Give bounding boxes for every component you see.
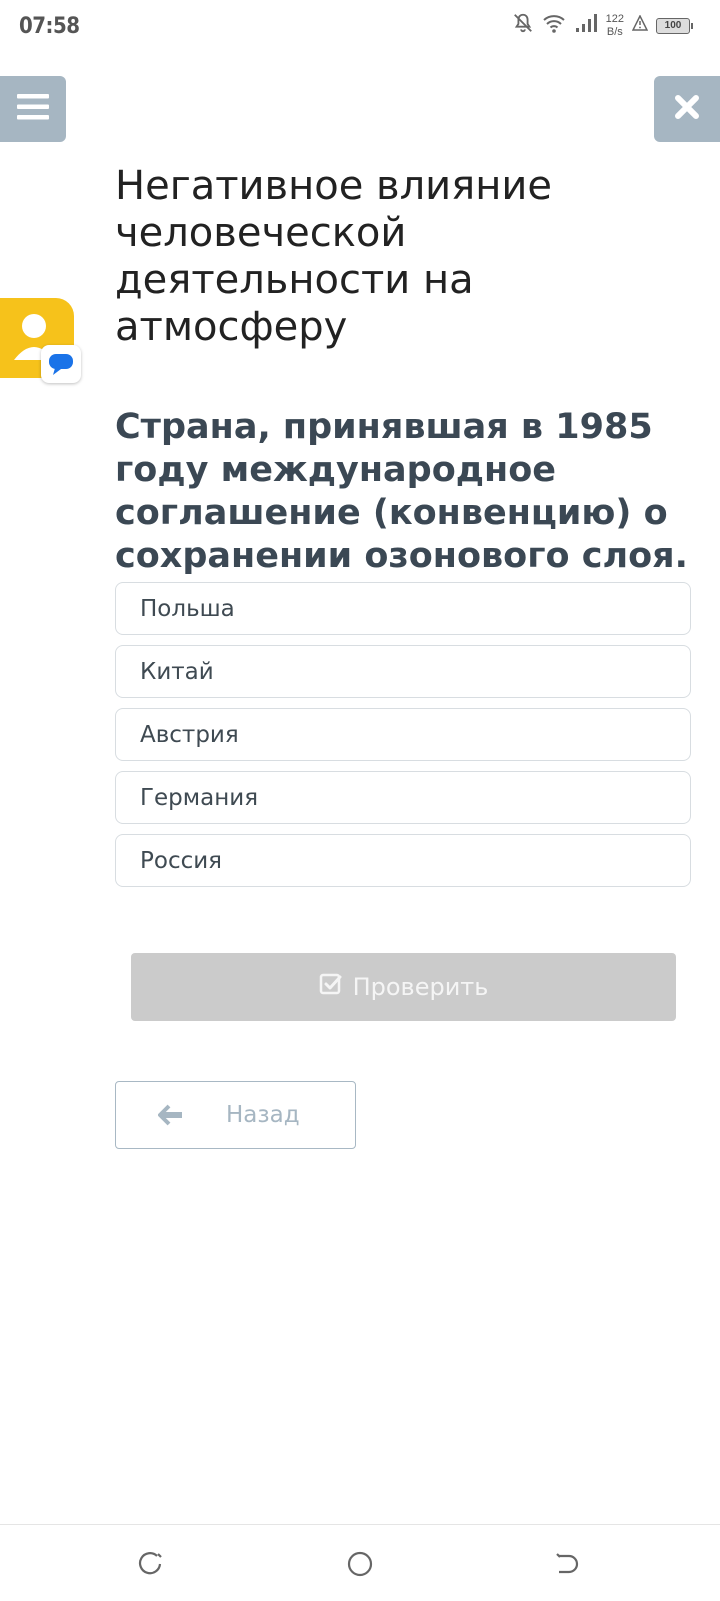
home-icon[interactable] [347,1551,373,1582]
status-time: 07:58 [19,14,80,39]
recent-apps-icon[interactable] [138,1551,164,1582]
wifi-icon [542,12,566,39]
question-text: Страна, принявшая в 1985 году международ… [115,407,688,576]
bell-off-icon [512,12,534,39]
answer-options: Польша Китай Австрия Германия Россия [115,582,691,897]
net-speed: 122 B/s [606,13,624,39]
net-speed-unit: B/s [606,25,623,38]
close-icon [674,94,700,125]
status-bar: 07:58 122 B/s 100 [0,0,720,56]
arrow-left-icon [116,1104,226,1126]
battery-icon: 100 [656,17,693,34]
back-button-label: Назад [226,1102,300,1128]
answer-option[interactable]: Россия [115,834,691,887]
alert-icon [631,14,649,36]
status-icons: 122 B/s 100 [512,12,693,39]
close-button[interactable] [654,76,720,142]
hamburger-icon [17,93,49,125]
check-button[interactable]: Проверить [131,953,676,1021]
answer-option[interactable]: Китай [115,645,691,698]
back-nav-icon[interactable] [555,1551,581,1582]
system-nav-bar [0,1524,720,1601]
net-speed-value: 122 [605,12,624,25]
chat-icon[interactable] [41,345,81,383]
signal-icon [574,13,598,38]
answer-option[interactable]: Польша [115,582,691,635]
checkbox-check-icon [319,972,343,1002]
answer-option[interactable]: Австрия [115,708,691,761]
menu-button[interactable] [0,76,66,142]
back-button[interactable]: Назад [115,1081,356,1149]
check-button-label: Проверить [352,973,489,1001]
lesson-title: Негативное влияние человеческой деятельн… [115,163,552,350]
answer-option[interactable]: Германия [115,771,691,824]
